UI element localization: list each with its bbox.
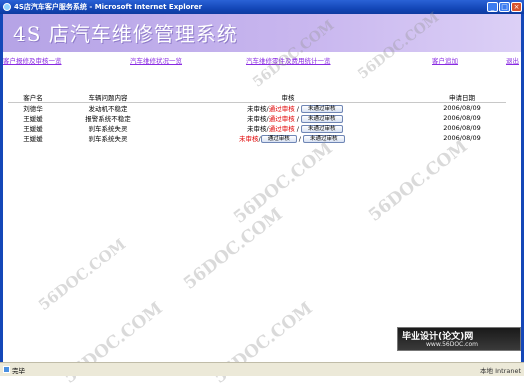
problem-text: 刹车系统失灵 — [88, 125, 128, 133]
table-row: 刘德华 发动机不稳定 未审核/通过审核 / 未通过审核 2006/08/09 — [8, 103, 506, 113]
window-titlebar: 4S店汽车客户服务系统 - Microsoft Internet Explore… — [0, 0, 524, 14]
maximize-button[interactable]: □ — [499, 2, 510, 12]
table-row: 王媛媛 报警系统不稳定 未审核/通过审核 / 未通过审核 2006/08/09 — [8, 113, 506, 123]
status-text: 完毕 — [12, 367, 25, 375]
nav-link-repair-status[interactable]: 汽车维修状况一览 — [130, 55, 182, 65]
approve-link[interactable]: 通过审核 — [269, 115, 295, 123]
table-row: 王媛媛 刹车系统失灵 未审核/通过审核 / 未通过审核 2006/08/09 — [8, 123, 506, 133]
nav-link-repair-review[interactable]: 客户报修及审核一览 — [3, 55, 62, 65]
nav-bar: 客户报修及审核一览 汽车维修状况一览 汽车维修零件及费用统计一览 客户追加 退出 — [3, 55, 521, 67]
apply-date: 2006/08/09 — [443, 114, 481, 122]
ie-icon — [3, 3, 11, 11]
reject-button[interactable]: 未通过审核 — [301, 125, 343, 133]
header-problem: 车辆问题内容 — [88, 94, 128, 102]
approve-link[interactable]: 通过审核 — [269, 125, 295, 133]
main-content: 客户名 车辆问题内容 审核 申请日期 刘德华 发动机不稳定 未审核/通过审核 /… — [8, 92, 516, 143]
review-cell: 未审核/通过审核 / 未通过审核 — [158, 123, 418, 133]
page-done-icon — [3, 366, 10, 373]
header-customer: 客户名 — [23, 94, 43, 102]
minimize-button[interactable]: _ — [487, 2, 498, 12]
nav-link-add-customer[interactable]: 客户追加 — [432, 55, 458, 65]
approve-button[interactable]: 通过审核 — [260, 135, 297, 143]
review-cell: 未审核/通过审核 / 未通过审核 — [158, 103, 418, 113]
review-cell: 未审核/通过审核 / 未通过审核 — [158, 133, 418, 143]
problem-text: 刹车系统失灵 — [88, 135, 128, 143]
security-zone: 本地 Intranet — [480, 367, 521, 375]
table-header-row: 客户名 车辆问题内容 审核 申请日期 — [8, 92, 506, 103]
review-table: 客户名 车辆问题内容 审核 申请日期 刘德华 发动机不稳定 未审核/通过审核 /… — [8, 92, 506, 143]
site-badge: 毕业设计(论文)网 www.56DOC.com — [397, 327, 521, 351]
status-bar: 完毕 本地 Intranet — [0, 362, 524, 376]
status-text: 未审核 — [247, 105, 267, 113]
close-button[interactable]: × — [511, 2, 522, 12]
approve-link[interactable]: 通过审核 — [269, 105, 295, 113]
customer-name: 王媛媛 — [23, 135, 43, 143]
header-date: 申请日期 — [449, 94, 475, 102]
problem-text: 发动机不稳定 — [88, 105, 128, 113]
system-title: 4S 店汽车维修管理系统 — [13, 22, 238, 46]
apply-date: 2006/08/09 — [443, 104, 481, 112]
header-banner: 4S 店汽车维修管理系统 — [3, 14, 521, 52]
nav-link-logout[interactable]: 退出 — [506, 55, 519, 65]
table-row: 王媛媛 刹车系统失灵 未审核/通过审核 / 未通过审核 2006/08/09 — [8, 133, 506, 143]
customer-name: 王媛媛 — [23, 125, 43, 133]
customer-name: 王媛媛 — [23, 115, 43, 123]
status-text: 未审核 — [239, 135, 259, 143]
status-text: 未审核 — [247, 115, 267, 123]
review-cell: 未审核/通过审核 / 未通过审核 — [158, 113, 418, 123]
reject-button[interactable]: 未通过审核 — [301, 115, 343, 123]
apply-date: 2006/08/09 — [443, 124, 481, 132]
customer-name: 刘德华 — [23, 105, 43, 113]
header-review: 审核 — [281, 94, 295, 102]
window-title: 4S店汽车客户服务系统 - Microsoft Internet Explore… — [14, 3, 203, 11]
badge-url: www.56DOC.com — [426, 341, 478, 348]
problem-text: 报警系统不稳定 — [85, 115, 131, 123]
status-text: 未审核 — [247, 125, 267, 133]
reject-button[interactable]: 未通过审核 — [301, 105, 343, 113]
